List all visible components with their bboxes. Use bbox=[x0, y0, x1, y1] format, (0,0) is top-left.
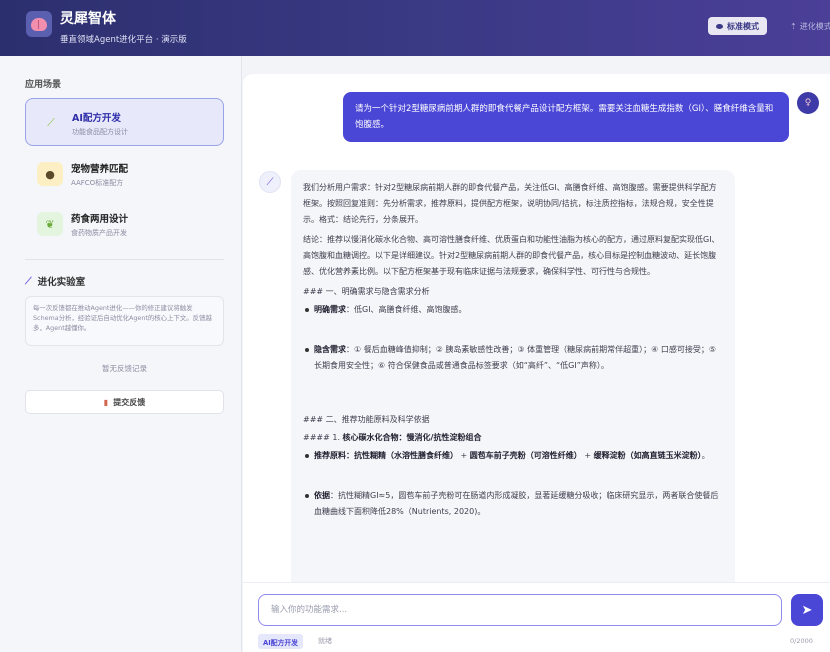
character-counter: 0/2000 bbox=[790, 637, 813, 645]
user-message-bubble: 请为一个针对2型糖尿病前期人群的即食代餐产品设计配方框架。需要关注血糖生成指数（… bbox=[343, 92, 789, 142]
assistant-message-bubble: 我们分析用户需求：针对2型糖尿病前期人群的即食代餐产品，关注低GI、高膳食纤维、… bbox=[291, 170, 735, 582]
flask-icon: ⟋ bbox=[38, 111, 64, 135]
memo-icon: ▮ bbox=[103, 397, 109, 407]
list-item-text: ：抗性糊精GI≈5，圆苞车前子壳粉可在肠道内形成凝胶，显著延缓糖分吸收；临床研究… bbox=[314, 491, 719, 516]
list-item-label: 隐含需求 bbox=[314, 345, 346, 354]
send-arrow-icon: ➤ bbox=[801, 602, 813, 618]
list-item-label: 缓释淀粉（如高直链玉米淀粉） bbox=[593, 451, 702, 460]
evolution-lab-title: ⟋ 进化实验室 bbox=[25, 274, 86, 289]
evolution-lab-description: 每一次反馈都在推动Agent进化——你的修正建议将触发Schema分析，经验证后… bbox=[25, 296, 224, 346]
submit-feedback-label: 提交反馈 bbox=[113, 397, 146, 407]
card-subtitle: 食药物质产品开发 bbox=[71, 229, 127, 237]
assistant-heading: ### 一、明确需求与隐含需求分析 bbox=[303, 287, 430, 296]
standard-mode-label: 标准模式 bbox=[727, 21, 759, 31]
scenario-card-ai-formula[interactable]: ⟋ AI配方开发 功能食品配方设计 bbox=[25, 98, 224, 146]
sidebar-divider bbox=[25, 259, 224, 260]
assistant-list: 依据：抗性糊精GI≈5，圆苞车前子壳粉可在肠道内形成凝胶，显著延缓糖分吸收；临床… bbox=[303, 488, 723, 520]
app-title: 灵犀智体 bbox=[60, 11, 116, 27]
list-item-text: 。 bbox=[701, 451, 710, 460]
scenario-card-pet-nutrition[interactable]: ● 宠物营养匹配 AAFCO标准配方 bbox=[25, 150, 224, 198]
list-item-label: 明确需求 bbox=[314, 305, 346, 314]
assistant-list: 推荐原料：抗性糊精（水溶性膳食纤维） + 圆苞车前子壳粉（可溶性纤维） + 缓释… bbox=[303, 448, 723, 464]
list-item: 推荐原料：抗性糊精（水溶性膳食纤维） + 圆苞车前子壳粉（可溶性纤维） + 缓释… bbox=[303, 448, 723, 464]
rocket-icon: ⇡ bbox=[790, 21, 797, 31]
card-title: 药食两用设计 bbox=[71, 214, 129, 225]
app-subtitle: 垂直领域Agent进化平台 · 演示版 bbox=[60, 35, 187, 45]
assistant-avatar-icon: ⟋ bbox=[259, 171, 281, 193]
eye-icon bbox=[716, 23, 723, 29]
subheading-prefix: #### 1. bbox=[303, 433, 343, 442]
scenario-card-medicinal-food[interactable]: ❦ 药食两用设计 食药物质产品开发 bbox=[25, 200, 224, 248]
list-item-text: + bbox=[458, 451, 470, 460]
card-title: 宠物营养匹配 bbox=[71, 164, 129, 175]
list-item-label: 推荐原料：抗性糊精（水溶性膳食纤维） bbox=[314, 451, 458, 460]
list-item-text: ：低GI、高膳食纤维、高饱腹感。 bbox=[346, 305, 467, 314]
evolution-lab-label: 进化实验室 bbox=[37, 277, 86, 288]
assistant-heading: ### 二、推荐功能原料及科学依据 bbox=[303, 415, 430, 424]
list-item-label: 圆苞车前子壳粉（可溶性纤维） bbox=[469, 451, 582, 460]
submit-feedback-button[interactable]: ▮ 提交反馈 bbox=[25, 390, 224, 414]
subheading-text: 核心碳水化合物：慢消化/抗性淀粉组合 bbox=[342, 433, 482, 442]
requirement-input[interactable] bbox=[258, 594, 782, 626]
scenario-chip: AI配方开发 bbox=[258, 634, 303, 649]
user-avatar[interactable]: ♀ bbox=[797, 92, 819, 114]
standard-mode-toggle[interactable]: 标准模式 bbox=[708, 17, 767, 35]
card-subtitle: 功能食品配方设计 bbox=[72, 128, 128, 136]
assistant-list: 明确需求：低GI、高膳食纤维、高饱腹感。 bbox=[303, 302, 723, 318]
card-subtitle: AAFCO标准配方 bbox=[71, 179, 124, 187]
list-item: 隐含需求：① 餐后血糖峰值抑制；② 胰岛素敏感性改善；③ 体重管理（糖尿病前期常… bbox=[303, 342, 723, 374]
card-title: AI配方开发 bbox=[72, 113, 121, 124]
list-item: 明确需求：低GI、高膳食纤维、高饱腹感。 bbox=[303, 302, 723, 318]
status-text: 就绪 bbox=[318, 637, 332, 645]
paw-icon: ● bbox=[37, 162, 63, 186]
herb-icon: ❦ bbox=[37, 212, 63, 236]
app-header: 灵犀智体 垂直领域Agent进化平台 · 演示版 标准模式 ⇡ 进化模式 bbox=[0, 0, 830, 56]
send-button[interactable]: ➤ bbox=[791, 594, 823, 626]
empty-feedback-text: 暂无反馈记录 bbox=[102, 364, 147, 373]
brain-logo-icon bbox=[26, 11, 52, 37]
list-item-text: + bbox=[581, 451, 594, 460]
evolution-mode-label: 进化模式 bbox=[799, 21, 830, 31]
assistant-list: 隐含需求：① 餐后血糖峰值抑制；② 胰岛素敏感性改善；③ 体重管理（糖尿病前期常… bbox=[303, 342, 723, 374]
assistant-subheading: #### 1. 核心碳水化合物：慢消化/抗性淀粉组合 bbox=[303, 430, 723, 446]
list-item: 依据：抗性糊精GI≈5，圆苞车前子壳粉可在肠道内形成凝胶，显著延缓糖分吸收；临床… bbox=[303, 488, 723, 520]
assistant-paragraph: 我们分析用户需求：针对2型糖尿病前期人群的即食代餐产品，关注低GI、高膳食纤维、… bbox=[303, 183, 717, 224]
scenario-section-label: 应用场景 bbox=[25, 80, 62, 90]
list-item-label: 依据 bbox=[314, 491, 330, 500]
assistant-paragraph: 结论：推荐以慢消化碳水化合物、高可溶性膳食纤维、优质蛋白和功能性油脂为核心的配方… bbox=[303, 235, 720, 276]
wand-icon: ⟋ bbox=[25, 275, 32, 287]
list-item-text: ：① 餐后血糖峰值抑制；② 胰岛素敏感性改善；③ 体重管理（糖尿病前期常伴超重）… bbox=[314, 345, 717, 370]
evolution-mode-toggle[interactable]: ⇡ 进化模式 bbox=[784, 17, 830, 35]
